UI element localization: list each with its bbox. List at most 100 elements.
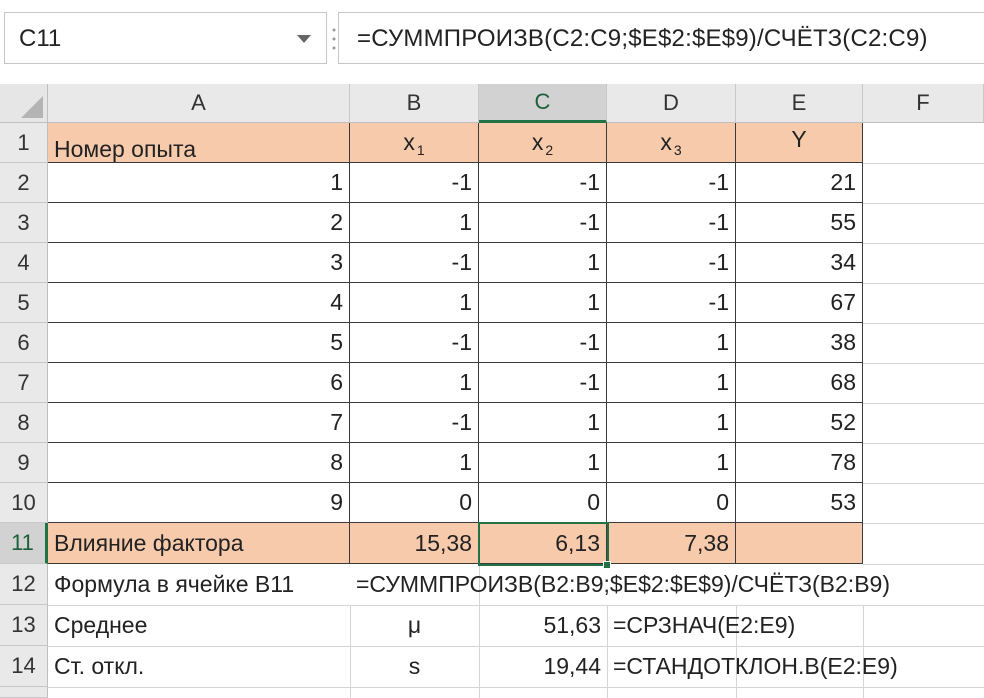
cell-b13[interactable]: μ — [350, 605, 479, 646]
cell-e4[interactable]: 34 — [736, 243, 863, 283]
select-all-button[interactable] — [0, 84, 48, 123]
row-header-15[interactable] — [0, 687, 48, 698]
column-header-d[interactable]: D — [607, 84, 736, 123]
cell-value: 7 — [330, 409, 343, 435]
cell-a14[interactable]: Ст. откл. — [48, 646, 350, 687]
row-header-6[interactable]: 6 — [0, 323, 48, 363]
cell-a4[interactable]: 3 — [48, 243, 350, 283]
cell-c6[interactable]: -1 — [479, 323, 607, 363]
cell-a5[interactable]: 4 — [48, 283, 350, 323]
cell-c9[interactable]: 1 — [479, 443, 607, 483]
name-box[interactable]: C11 — [4, 12, 327, 64]
column-header-b[interactable]: B — [350, 84, 479, 123]
row-header-8[interactable]: 8 — [0, 403, 48, 443]
cell-a2[interactable]: 1 — [48, 163, 350, 203]
row-header-1[interactable]: 1 — [0, 123, 48, 163]
cell-e1[interactable]: Y — [736, 123, 863, 163]
column-header-a[interactable]: A — [48, 84, 350, 123]
cell-d10[interactable]: 0 — [607, 483, 736, 523]
cell-d13[interactable]: =СРЗНАЧ(E2:E9) — [607, 605, 984, 646]
cell-b14[interactable]: s — [350, 646, 479, 687]
cell-a3[interactable]: 2 — [48, 203, 350, 243]
cell-e2[interactable]: 21 — [736, 163, 863, 203]
cell-a1[interactable]: Номер опыта — [48, 123, 350, 163]
row-header-4[interactable]: 4 — [0, 243, 48, 283]
row-header-5[interactable]: 5 — [0, 283, 48, 323]
cell-d5[interactable]: -1 — [607, 283, 736, 323]
formula-bar-splitter[interactable] — [332, 22, 336, 56]
cell-value: 5 — [330, 329, 343, 355]
cell-e5[interactable]: 67 — [736, 283, 863, 323]
row-header-11[interactable]: 11 — [0, 523, 48, 564]
formula-input[interactable]: =СУММПРОИЗВ(C2:C9;$E$2:$E$9)/СЧЁТЗ(C2:C9… — [338, 12, 984, 64]
cell-b7[interactable]: 1 — [350, 363, 479, 403]
cell-a12[interactable]: Формула в ячейке B11 — [48, 564, 350, 605]
cell-a6[interactable]: 5 — [48, 323, 350, 363]
cell-c10[interactable]: 0 — [479, 483, 607, 523]
cell-b8[interactable]: -1 — [350, 403, 479, 443]
row-header-2[interactable]: 2 — [0, 163, 48, 203]
cell-e3[interactable]: 55 — [736, 203, 863, 243]
cell-a8[interactable]: 7 — [48, 403, 350, 443]
cell-d6[interactable]: 1 — [607, 323, 736, 363]
cell-c14[interactable]: 19,44 — [479, 646, 607, 687]
cell-b11[interactable]: 15,38 — [350, 523, 479, 564]
cell-d9[interactable]: 1 — [607, 443, 736, 483]
cell-e6[interactable]: 38 — [736, 323, 863, 363]
cell-c7[interactable]: -1 — [479, 363, 607, 403]
cell-value: 1 — [459, 369, 472, 395]
cell-e7[interactable]: 68 — [736, 363, 863, 403]
row-header-3[interactable]: 3 — [0, 203, 48, 243]
cell-value: 1 — [587, 449, 600, 475]
row-header-10[interactable]: 10 — [0, 483, 48, 523]
cell-d4[interactable]: -1 — [607, 243, 736, 283]
cell-b3[interactable]: 1 — [350, 203, 479, 243]
cell-b4[interactable]: -1 — [350, 243, 479, 283]
cell-e11[interactable] — [736, 523, 863, 564]
cell-b10[interactable]: 0 — [350, 483, 479, 523]
chevron-down-icon[interactable] — [297, 35, 311, 43]
cell-b2[interactable]: -1 — [350, 163, 479, 203]
cell-d8[interactable]: 1 — [607, 403, 736, 443]
cell-b6[interactable]: -1 — [350, 323, 479, 363]
cell-a13[interactable]: Среднее — [48, 605, 350, 646]
cell-d14[interactable]: =СТАНДОТКЛОН.В(E2:E9) — [607, 646, 984, 687]
cell-a11[interactable]: Влияние фактора — [48, 523, 350, 564]
fill-handle[interactable] — [603, 561, 611, 569]
row-header-9[interactable]: 9 — [0, 443, 48, 483]
cell-c13[interactable]: 51,63 — [479, 605, 607, 646]
cell-b9[interactable]: 1 — [350, 443, 479, 483]
cell-d2[interactable]: -1 — [607, 163, 736, 203]
cell-b5[interactable]: 1 — [350, 283, 479, 323]
cell-c11[interactable]: 6,13 — [479, 523, 607, 564]
cell-b1[interactable]: x1 — [350, 123, 479, 163]
cell-c3[interactable]: -1 — [479, 203, 607, 243]
cell-d1[interactable]: x3 — [607, 123, 736, 163]
cell-c5[interactable]: 1 — [479, 283, 607, 323]
cell-a10[interactable]: 9 — [48, 483, 350, 523]
cell-d3[interactable]: -1 — [607, 203, 736, 243]
cell-e9[interactable]: 78 — [736, 443, 863, 483]
column-header-c[interactable]: C — [479, 84, 607, 123]
cell-e8[interactable]: 52 — [736, 403, 863, 443]
row-header-14[interactable]: 14 — [0, 646, 48, 687]
cell-c1[interactable]: x2 — [479, 123, 607, 163]
cell-d7[interactable]: 1 — [607, 363, 736, 403]
spreadsheet-grid: A B C D E F 1 2 3 4 5 6 7 8 9 10 11 12 1… — [0, 84, 984, 698]
cell-c2[interactable]: -1 — [479, 163, 607, 203]
cell-c4[interactable]: 1 — [479, 243, 607, 283]
row-header-12[interactable]: 12 — [0, 564, 48, 605]
cell-value: 9 — [330, 489, 343, 515]
cell-value: 1 — [459, 289, 472, 315]
column-header-e[interactable]: E — [736, 84, 863, 123]
cell-d11[interactable]: 7,38 — [607, 523, 736, 564]
cell-e10[interactable]: 53 — [736, 483, 863, 523]
column-header-f[interactable]: F — [863, 84, 984, 123]
cell-a9[interactable]: 8 — [48, 443, 350, 483]
cell-value: 1 — [330, 169, 343, 195]
row-header-13[interactable]: 13 — [0, 605, 48, 646]
cell-b12[interactable]: =СУММПРОИЗВ(B2:B9;$E$2:$E$9)/СЧЁТЗ(B2:B9… — [350, 564, 984, 605]
cell-a7[interactable]: 6 — [48, 363, 350, 403]
cell-c8[interactable]: 1 — [479, 403, 607, 443]
row-header-7[interactable]: 7 — [0, 363, 48, 403]
